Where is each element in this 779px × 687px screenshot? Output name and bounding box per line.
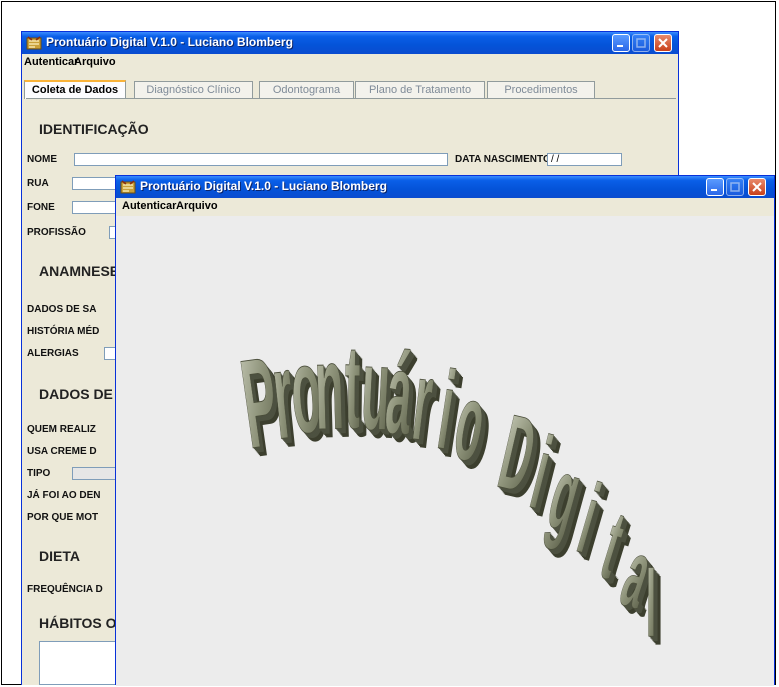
section-dieta: DIETA	[39, 548, 80, 564]
maximize-button[interactable]	[632, 34, 650, 52]
label-usa-creme: USA CREME D	[27, 446, 97, 457]
close-button[interactable]	[654, 34, 672, 52]
tab-procedimentos[interactable]: Procedimentos	[487, 81, 595, 98]
section-dados-saude-bucal: DADOS DE S	[39, 386, 127, 402]
front-window-titlebar[interactable]: Prontuário Digital V.1.0 - Luciano Blomb…	[116, 176, 774, 198]
menu-autenticar[interactable]: Autenticar	[24, 56, 78, 68]
front-menubar: Autenticar Arquivo	[116, 198, 774, 215]
label-quem-realiza: QUEM REALIZ	[27, 424, 96, 435]
back-window-titlebar[interactable]: Prontuário Digital V.1.0 - Luciano Blomb…	[22, 32, 678, 54]
menu-arquivo[interactable]: Arquivo	[74, 56, 116, 68]
label-ja-foi-ao-dentista: JÁ FOI AO DEN	[27, 490, 101, 501]
tab-plano-de-tratamento[interactable]: Plano de Tratamento	[355, 81, 485, 98]
label-data-nascimento: DATA NASCIMENTO	[455, 154, 551, 165]
label-dados-saude: DADOS DE SA	[27, 304, 97, 315]
close-icon	[658, 38, 668, 48]
input-nome[interactable]	[74, 153, 448, 166]
front-window-title: Prontuário Digital V.1.0 - Luciano Blomb…	[140, 179, 387, 193]
back-menubar: Autenticar Arquivo	[22, 54, 678, 71]
maximize-icon	[636, 38, 646, 48]
label-por-que-motivo: POR QUE MOT	[27, 512, 99, 523]
minimize-icon	[617, 45, 623, 47]
maximize-icon	[730, 182, 740, 192]
minimize-button[interactable]	[612, 34, 630, 52]
prontuario-digital-logo: PPPPPPPrrrrrrrooooooonnnnnnn ttttttt uuuuu…	[234, 320, 672, 665]
tab-diagnostico-clinico[interactable]: Diagnóstico Clínico	[134, 81, 253, 98]
logo-glyph: t	[344, 321, 361, 454]
section-identificacao: IDENTIFICAÇÃO	[39, 121, 149, 137]
close-button[interactable]	[748, 178, 766, 196]
app-icon	[26, 36, 42, 50]
label-fone: FONE	[27, 202, 55, 213]
label-alergias: ALERGIAS	[27, 348, 79, 359]
back-window-title: Prontuário Digital V.1.0 - Luciano Blomb…	[46, 35, 293, 49]
label-frequencia: FREQUÊNCIA D	[27, 584, 103, 595]
minimize-icon	[711, 189, 717, 191]
tab-odontograma[interactable]: Odontograma	[259, 81, 354, 98]
label-tipo: TIPO	[27, 468, 51, 479]
textarea-habitos[interactable]	[39, 641, 119, 685]
label-rua: RUA	[27, 178, 49, 189]
menu-autenticar[interactable]: Autenticar	[122, 200, 176, 212]
front-window: Prontuário Digital V.1.0 - Luciano Blomb…	[115, 175, 775, 686]
label-nome: NOME	[27, 154, 57, 165]
minimize-button[interactable]	[706, 178, 724, 196]
label-profissao: PROFISSÃO	[27, 227, 86, 238]
section-anamnese: ANAMNESE	[39, 263, 120, 279]
logo-glyph: n	[313, 320, 346, 455]
app-icon	[120, 180, 136, 194]
menu-arquivo[interactable]: Arquivo	[176, 200, 218, 212]
close-icon	[752, 182, 762, 192]
input-data-nascimento[interactable]: / /	[547, 153, 622, 166]
front-content: PPPPPPPrrrrrrrooooooonnnnnnntttttttuuuuu…	[116, 216, 774, 686]
logo-glyph: l	[646, 552, 656, 657]
tab-coleta-de-dados[interactable]: Coleta de Dados	[24, 80, 126, 99]
maximize-button[interactable]	[726, 178, 744, 196]
label-historia-medica: HISTÓRIA MÉD	[27, 326, 100, 337]
logo-letters: ProntuárioDigital	[234, 320, 665, 657]
section-habitos: HÁBITOS O	[39, 615, 117, 631]
tab-panel-border	[26, 98, 676, 99]
input-tipo[interactable]	[72, 467, 118, 480]
